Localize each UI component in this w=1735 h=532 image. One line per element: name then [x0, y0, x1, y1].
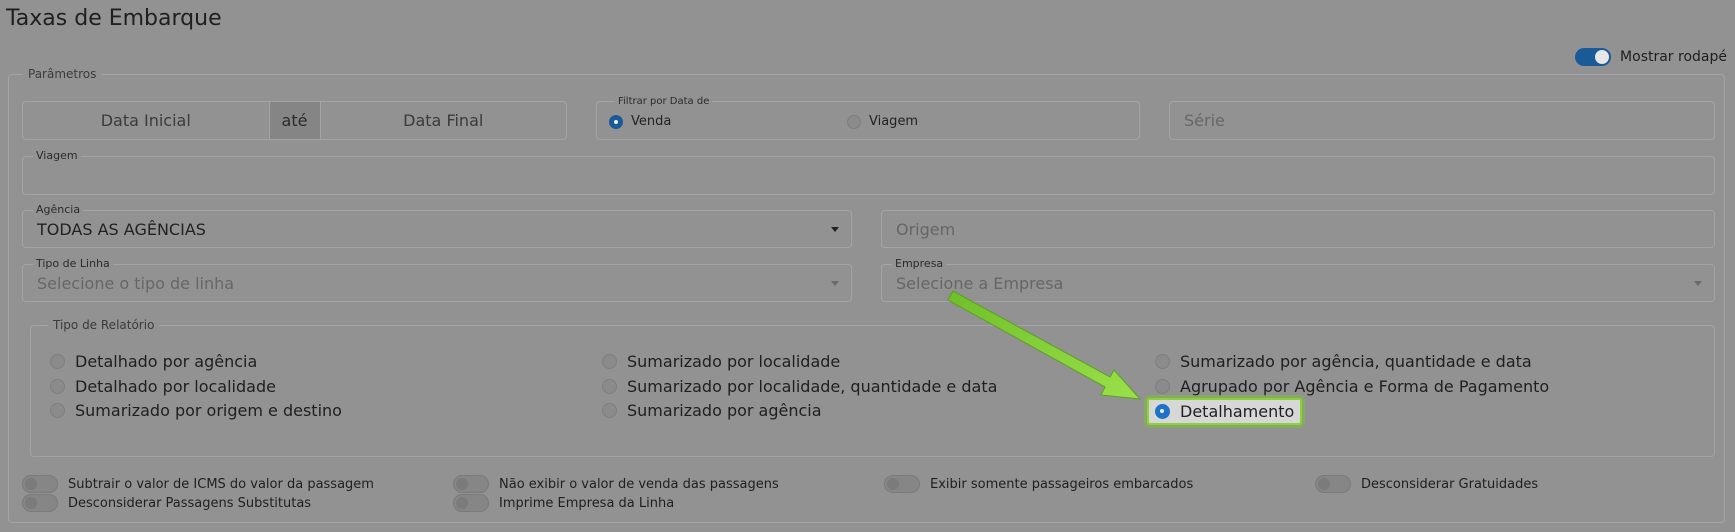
toggle-label: Desconsiderar Passagens Substitutas: [68, 495, 312, 511]
toggle-somente-embarcados[interactable]: Exibir somente passageiros embarcados: [884, 475, 1193, 493]
report-option-sumarizado-localidade[interactable]: Sumarizado por localidade: [602, 352, 840, 371]
empresa-label: Empresa: [892, 257, 947, 270]
radio-unchecked-icon[interactable]: [50, 379, 65, 394]
radio-unchecked-icon[interactable]: [1155, 354, 1170, 369]
agencia-select[interactable]: Agência TODAS AS AGÊNCIAS: [22, 203, 852, 248]
toggle-label: Subtrair o valor de ICMS do valor da pas…: [68, 476, 374, 492]
parametros-legend: Parâmetros: [28, 67, 97, 81]
data-inicial-input[interactable]: Data Inicial: [23, 102, 269, 139]
radio-unchecked-icon[interactable]: [50, 354, 65, 369]
tipo-relatorio-legend: Tipo de Relatório: [53, 318, 155, 332]
mostrar-rodape-toggle[interactable]: Mostrar rodapé: [1575, 48, 1727, 66]
radio-unchecked-icon[interactable]: [50, 403, 65, 418]
filtrar-por-data-group: Filtrar por Data de Venda Viagem: [596, 95, 1140, 140]
report-option-sumarizado-localidade-qtd-data[interactable]: Sumarizado por localidade, quantidade e …: [602, 377, 997, 396]
toggle-label: Desconsiderar Gratuidades: [1361, 476, 1539, 492]
empresa-select[interactable]: Empresa Selecione a Empresa: [881, 257, 1715, 302]
data-final-input[interactable]: Data Final: [321, 102, 567, 139]
toggle-desconsiderar-gratuidades[interactable]: Desconsiderar Gratuidades: [1315, 475, 1538, 493]
report-option-label: Detalhado por localidade: [75, 377, 276, 396]
origem-placeholder: Origem: [896, 219, 956, 239]
toggle-label: Imprime Empresa da Linha: [499, 495, 675, 511]
radio-unchecked-icon[interactable]: [847, 114, 861, 129]
tipo-linha-label: Tipo de Linha: [33, 257, 113, 270]
serie-input[interactable]: Série: [1169, 101, 1715, 140]
report-option-label: Detalhado por agência: [75, 352, 258, 371]
toggle-desconsiderar-substitutas[interactable]: Desconsiderar Passagens Substitutas: [22, 494, 311, 512]
report-option-sumarizado-origem-destino[interactable]: Sumarizado por origem e destino: [50, 401, 342, 420]
mostrar-rodape-label: Mostrar rodapé: [1620, 49, 1727, 65]
report-option-label: Detalhamento: [1180, 402, 1295, 421]
report-option-label: Sumarizado por localidade, quantidade e …: [627, 377, 998, 396]
chevron-down-icon: [831, 281, 839, 286]
agencia-value: TODAS AS AGÊNCIAS: [37, 219, 206, 239]
report-option-agrupado-agencia-pagamento[interactable]: Agrupado por Agência e Forma de Pagament…: [1155, 377, 1549, 396]
viagem-label: Viagem: [33, 149, 81, 162]
radio-viagem-label: Viagem: [869, 114, 919, 129]
agencia-label: Agência: [33, 203, 84, 216]
tipo-linha-select[interactable]: Tipo de Linha Selecione o tipo de linha: [22, 257, 852, 302]
report-option-label: Sumarizado por localidade: [627, 352, 841, 371]
radio-unchecked-icon[interactable]: [1155, 379, 1170, 394]
toggle-label: Não exibir o valor de venda das passagen…: [499, 476, 779, 492]
radio-unchecked-icon[interactable]: [602, 403, 617, 418]
tipo-linha-placeholder: Selecione o tipo de linha: [37, 273, 235, 293]
toggle-switch-icon[interactable]: [1575, 48, 1612, 66]
radio-unchecked-icon[interactable]: [602, 379, 617, 394]
report-option-sumarizado-agencia-qtd-data[interactable]: Sumarizado por agência, quantidade e dat…: [1155, 352, 1532, 371]
toggle-switch-icon[interactable]: [22, 475, 58, 493]
report-option-detalhamento[interactable]: Detalhamento: [1147, 398, 1303, 425]
radio-unchecked-icon[interactable]: [602, 354, 617, 369]
toggle-switch-icon[interactable]: [453, 475, 489, 493]
origem-input[interactable]: Origem: [881, 210, 1715, 248]
toggle-label: Exibir somente passageiros embarcados: [930, 476, 1194, 492]
toggle-switch-icon[interactable]: [884, 475, 920, 493]
chevron-down-icon: [831, 227, 839, 232]
report-option-label: Sumarizado por agência: [627, 401, 822, 420]
empresa-placeholder: Selecione a Empresa: [896, 273, 1064, 293]
radio-venda-label: Venda: [631, 114, 672, 129]
report-option-detalhado-localidade[interactable]: Detalhado por localidade: [50, 377, 276, 396]
toggle-switch-icon[interactable]: [22, 494, 58, 512]
toggle-switch-icon[interactable]: [453, 494, 489, 512]
viagem-input[interactable]: Viagem: [22, 149, 1715, 195]
ate-separator: até: [268, 102, 321, 139]
page-title: Taxas de Embarque: [6, 6, 222, 31]
report-option-detalhado-agencia[interactable]: Detalhado por agência: [50, 352, 257, 371]
report-option-label: Sumarizado por agência, quantidade e dat…: [1180, 352, 1532, 371]
toggle-imprime-empresa-linha[interactable]: Imprime Empresa da Linha: [453, 494, 674, 512]
radio-venda[interactable]: Venda: [609, 114, 671, 129]
report-page: Taxas de Embarque Mostrar rodapé Parâmet…: [0, 0, 1735, 532]
serie-placeholder: Série: [1184, 111, 1225, 130]
radio-viagem[interactable]: Viagem: [847, 114, 918, 129]
toggle-subtrair-icms[interactable]: Subtrair o valor de ICMS do valor da pas…: [22, 475, 374, 493]
date-range-group: Data Inicial até Data Final: [22, 101, 567, 140]
report-option-sumarizado-agencia[interactable]: Sumarizado por agência: [602, 401, 822, 420]
radio-checked-icon[interactable]: [609, 114, 623, 129]
toggle-switch-icon[interactable]: [1315, 475, 1351, 493]
toggle-nao-exibir-venda[interactable]: Não exibir o valor de venda das passagen…: [453, 475, 779, 493]
report-option-label: Sumarizado por origem e destino: [75, 401, 342, 420]
radio-checked-icon[interactable]: [1155, 404, 1170, 419]
filtrar-por-data-label: Filtrar por Data de: [615, 95, 713, 108]
report-option-label: Agrupado por Agência e Forma de Pagament…: [1180, 377, 1550, 396]
chevron-down-icon: [1694, 281, 1702, 286]
